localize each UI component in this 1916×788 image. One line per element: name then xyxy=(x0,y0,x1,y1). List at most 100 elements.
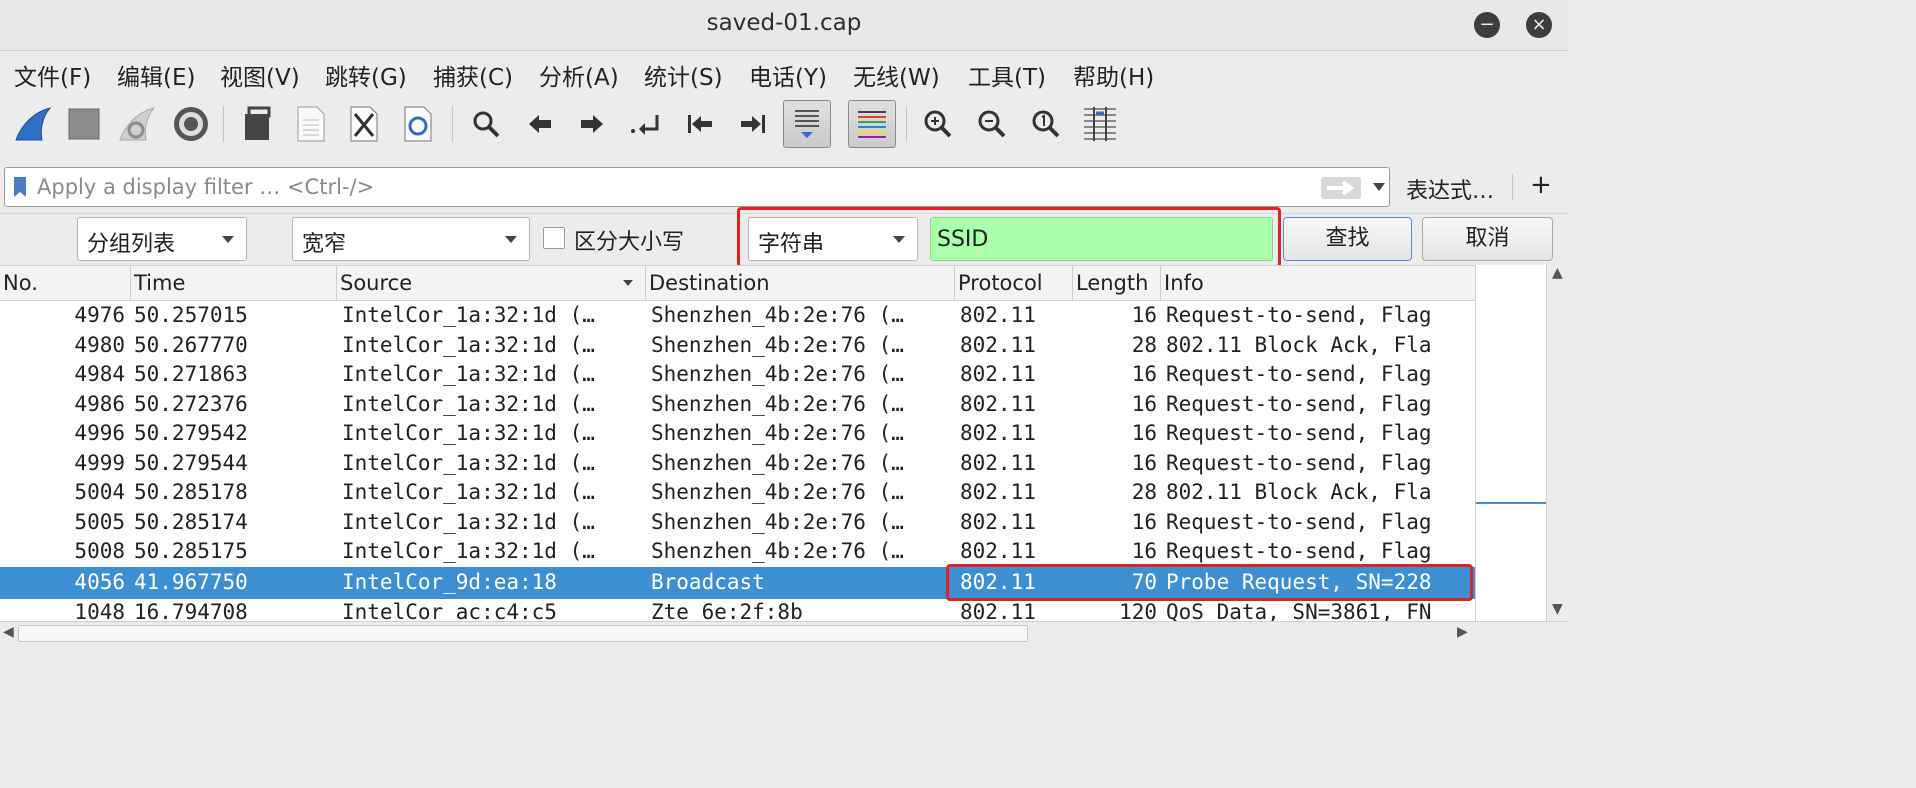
menu-tools[interactable]: 工具(T) xyxy=(968,58,1046,92)
reload-file-icon[interactable] xyxy=(394,100,442,148)
cell-length: 28 xyxy=(1131,480,1157,504)
table-row[interactable]: 4986 50.272376 IntelCor_1a:32:1d (… Shen… xyxy=(0,390,1475,420)
cell-info: Request-to-send, Flag xyxy=(1166,391,1432,416)
first-packet-icon[interactable] xyxy=(676,100,724,148)
normal-size-icon[interactable] xyxy=(1022,100,1070,148)
cell-protocol: 802.11 xyxy=(960,303,1036,327)
horizontal-scroll-thumb[interactable] xyxy=(18,625,1028,642)
menu-wireless[interactable]: 无线(W) xyxy=(853,58,940,92)
close-file-icon[interactable] xyxy=(340,100,388,148)
cell-length: 70 xyxy=(1131,570,1157,594)
stop-square-icon[interactable] xyxy=(60,100,108,148)
add-filter-button[interactable]: + xyxy=(1530,170,1552,200)
vertical-scrollbar[interactable]: ▲ ▼ xyxy=(1475,265,1569,621)
filter-history-dropdown-icon[interactable] xyxy=(1373,183,1385,191)
zoom-in-icon[interactable] xyxy=(914,100,962,148)
menu-edit[interactable]: 编辑(E) xyxy=(117,58,195,92)
table-row[interactable]: 4976 50.257015 IntelCor_1a:32:1d (… Shen… xyxy=(0,301,1475,331)
cell-info: Request-to-send, Flag xyxy=(1166,450,1432,475)
chevron-down-icon xyxy=(505,236,517,243)
menu-view[interactable]: 视图(V) xyxy=(220,58,300,92)
restart-fin-icon[interactable] xyxy=(112,100,160,148)
cell-info: Request-to-send, Flag xyxy=(1166,421,1432,445)
cell-source: IntelCor_1a:32:1d (… xyxy=(342,539,595,563)
scroll-down-icon[interactable]: ▼ xyxy=(1552,601,1563,617)
scroll-left-icon[interactable]: ◀ xyxy=(3,624,14,640)
menu-telephony[interactable]: 电话(Y) xyxy=(749,58,827,92)
column-header-length[interactable]: Length xyxy=(1073,266,1161,301)
cell-time: 41.967750 xyxy=(134,570,248,594)
cell-length: 16 xyxy=(1131,421,1157,445)
colorize-icon[interactable] xyxy=(848,100,896,148)
open-file-icon[interactable] xyxy=(233,100,281,148)
go-to-packet-icon[interactable] xyxy=(622,100,670,148)
table-row-selected[interactable]: 4056 41.967750 IntelCor_9d:ea:18 Broadca… xyxy=(0,567,1475,599)
cell-protocol: 802.11 xyxy=(960,362,1036,386)
column-header-protocol[interactable]: Protocol xyxy=(955,266,1073,301)
search-type-dropdown[interactable]: 字符串 xyxy=(748,217,918,261)
column-header-info[interactable]: Info xyxy=(1161,266,1475,301)
cell-source: IntelCor_1a:32:1d (… xyxy=(342,480,595,504)
char-width-value: 宽窄 xyxy=(302,232,347,257)
zoom-out-icon[interactable] xyxy=(968,100,1016,148)
menu-help[interactable]: 帮助(H) xyxy=(1073,58,1154,92)
cell-protocol: 802.11 xyxy=(960,570,1036,594)
column-header-destination[interactable]: Destination xyxy=(646,266,955,301)
cancel-button[interactable]: 取消 xyxy=(1422,217,1553,261)
cell-protocol: 802.11 xyxy=(960,332,1036,357)
cell-time: 50.285174 xyxy=(134,509,248,534)
cell-destination: Shenzhen_4b:2e:76 (… xyxy=(651,391,904,416)
menu-analyze[interactable]: 分析(A) xyxy=(539,58,619,92)
toolbar-separator xyxy=(452,106,453,142)
case-sensitive-label: 区分大小写 xyxy=(574,230,685,255)
scroll-right-icon[interactable]: ▶ xyxy=(1457,624,1468,640)
shark-fin-start-icon[interactable] xyxy=(8,100,56,148)
cell-info: Request-to-send, Flag xyxy=(1166,509,1432,534)
table-row[interactable]: 4996 50.279542 IntelCor_1a:32:1d (… Shen… xyxy=(0,419,1475,449)
cell-time: 50.279542 xyxy=(134,421,248,445)
menu-capture[interactable]: 捕获(C) xyxy=(433,58,513,92)
close-icon[interactable]: × xyxy=(1526,12,1552,38)
display-filter-input[interactable] xyxy=(37,168,1307,206)
menu-file[interactable]: 文件(F) xyxy=(14,58,91,92)
scrollbar-track[interactable]: ▲ ▼ xyxy=(1546,265,1569,621)
bookmark-icon[interactable] xyxy=(13,176,27,198)
cell-protocol: 802.11 xyxy=(960,480,1036,504)
scroll-up-icon[interactable]: ▲ xyxy=(1552,265,1563,281)
table-row[interactable]: 4999 50.279544 IntelCor_1a:32:1d (… Shen… xyxy=(0,449,1475,479)
search-string-input[interactable] xyxy=(930,217,1273,261)
table-row[interactable]: 5008 50.285175 IntelCor_1a:32:1d (… Shen… xyxy=(0,537,1475,567)
search-in-dropdown[interactable]: 分组列表 xyxy=(77,217,247,261)
table-row[interactable]: 1048 16.794708 IntelCor_ac:c4:c5 Zte_6e:… xyxy=(0,598,1475,621)
table-row[interactable]: 4984 50.271863 IntelCor_1a:32:1d (… Shen… xyxy=(0,360,1475,390)
find-button[interactable]: 查找 xyxy=(1283,217,1412,261)
go-back-icon[interactable] xyxy=(516,100,564,148)
case-sensitive-checkbox[interactable] xyxy=(543,227,565,249)
menu-statistics[interactable]: 统计(S) xyxy=(644,58,723,92)
cell-no: 1048 xyxy=(74,600,125,621)
capture-options-gear-icon[interactable] xyxy=(167,100,215,148)
table-row[interactable]: 4980 50.267770 IntelCor_1a:32:1d (… Shen… xyxy=(0,331,1475,361)
minimize-icon[interactable]: − xyxy=(1474,12,1500,38)
char-width-dropdown[interactable]: 宽窄 xyxy=(292,217,530,261)
apply-filter-arrow-icon[interactable] xyxy=(1321,177,1361,199)
cell-no: 4980 xyxy=(74,332,125,357)
cell-destination: Shenzhen_4b:2e:76 (… xyxy=(651,421,904,445)
title-bar: saved-01.cap − × xyxy=(0,0,1568,51)
menu-go[interactable]: 跳转(G) xyxy=(325,58,407,92)
table-row[interactable]: 5004 50.285178 IntelCor_1a:32:1d (… Shen… xyxy=(0,478,1475,508)
column-header-time[interactable]: Time xyxy=(131,266,337,301)
go-forward-icon[interactable] xyxy=(568,100,616,148)
table-row[interactable]: 5005 50.285174 IntelCor_1a:32:1d (… Shen… xyxy=(0,508,1475,538)
find-packet-icon[interactable] xyxy=(462,100,510,148)
cell-time: 50.285175 xyxy=(134,539,248,563)
cell-length: 16 xyxy=(1131,509,1157,534)
save-file-icon[interactable] xyxy=(287,100,335,148)
column-header-source[interactable]: Source xyxy=(337,266,646,301)
horizontal-scrollbar[interactable]: ◀ ▶ xyxy=(0,621,1568,645)
last-packet-icon[interactable] xyxy=(729,100,777,148)
resize-columns-icon[interactable] xyxy=(1076,100,1124,148)
expression-button[interactable]: 表达式… xyxy=(1406,173,1494,205)
autoscroll-icon[interactable] xyxy=(783,100,831,148)
column-header-no[interactable]: No. xyxy=(0,266,131,301)
